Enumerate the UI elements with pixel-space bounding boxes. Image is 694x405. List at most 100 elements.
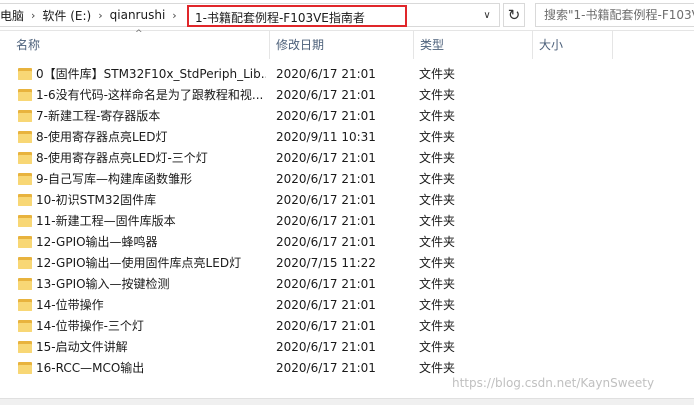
file-row[interactable]: 15-启动文件讲解 2020/6/17 21:01 文件夹 (0, 337, 694, 358)
folder-icon (18, 68, 32, 80)
breadcrumb[interactable]: 电脑 › 软件 (E:) › qianrushi › 1-书籍配套例程-F103… (0, 3, 500, 27)
folder-icon (18, 278, 32, 290)
column-name[interactable]: 名称 (16, 31, 40, 59)
file-date: 2020/6/17 21:01 (276, 151, 376, 165)
file-type: 文件夹 (419, 319, 456, 333)
file-row[interactable]: 14-位带操作 2020/6/17 21:01 文件夹 (0, 295, 694, 316)
sort-ascending-icon: ^ (135, 29, 143, 39)
file-type: 文件夹 (419, 256, 456, 270)
file-date: 2020/6/17 21:01 (276, 172, 376, 186)
folder-icon-front (18, 239, 32, 248)
folder-icon-front (18, 113, 32, 122)
file-name: 13-GPIO输入—按键检测 (36, 277, 170, 291)
crumb-current-folder[interactable]: 1-书籍配套例程-F103VE指南者 (187, 5, 407, 27)
file-type: 文件夹 (419, 151, 456, 165)
folder-icon (18, 173, 32, 185)
file-name: 1-6没有代码-这样命名是为了跟教程和视... (36, 88, 264, 102)
file-name: 16-RCC—MCO输出 (36, 361, 145, 375)
crumb-folder[interactable]: qianrushi (105, 8, 171, 22)
file-type: 文件夹 (419, 88, 456, 102)
column-size[interactable]: 大小 (539, 31, 563, 59)
folder-icon (18, 110, 32, 122)
file-date: 2020/6/17 21:01 (276, 67, 376, 81)
folder-icon-front (18, 92, 32, 101)
file-row[interactable]: 9-自己写库—构建库函数雏形 2020/6/17 21:01 文件夹 (0, 169, 694, 190)
file-date: 2020/9/11 10:31 (276, 130, 376, 144)
folder-icon-front (18, 218, 32, 227)
file-type: 文件夹 (419, 214, 456, 228)
file-name: 15-启动文件讲解 (36, 340, 128, 354)
folder-icon (18, 236, 32, 248)
address-bar: 电脑 › 软件 (E:) › qianrushi › 1-书籍配套例程-F103… (0, 0, 694, 31)
file-name: 8-使用寄存器点亮LED灯 (36, 130, 168, 144)
column-divider[interactable] (532, 31, 533, 59)
file-type: 文件夹 (419, 130, 456, 144)
file-date: 2020/6/17 21:01 (276, 340, 376, 354)
file-date: 2020/7/15 11:22 (276, 256, 376, 270)
file-name: 9-自己写库—构建库函数雏形 (36, 172, 192, 186)
crumb-computer[interactable]: 电脑 (0, 7, 29, 24)
file-date: 2020/6/17 21:01 (276, 277, 376, 291)
folder-icon-front (18, 71, 32, 80)
refresh-icon[interactable]: ↻ (503, 3, 525, 27)
file-row[interactable]: 0【固件库】STM32F10x_StdPeriph_Lib... 2020/6/1… (0, 64, 694, 85)
chevron-right-icon[interactable]: › (29, 9, 37, 22)
file-name: 14-位带操作-三个灯 (36, 319, 144, 333)
column-date[interactable]: 修改日期 (276, 31, 324, 59)
file-name: 8-使用寄存器点亮LED灯-三个灯 (36, 151, 208, 165)
folder-icon (18, 89, 32, 101)
file-row[interactable]: 8-使用寄存器点亮LED灯-三个灯 2020/6/17 21:01 文件夹 (0, 148, 694, 169)
file-type: 文件夹 (419, 67, 456, 81)
folder-icon-front (18, 260, 32, 269)
file-row[interactable]: 12-GPIO输出—蜂鸣器 2020/6/17 21:01 文件夹 (0, 232, 694, 253)
file-type: 文件夹 (419, 298, 456, 312)
chevron-down-icon[interactable]: ∨ (478, 6, 496, 24)
chevron-right-icon[interactable]: › (170, 9, 178, 22)
column-divider[interactable] (612, 31, 613, 59)
folder-icon-front (18, 281, 32, 290)
file-row[interactable]: 8-使用寄存器点亮LED灯 2020/9/11 10:31 文件夹 (0, 127, 694, 148)
file-row[interactable]: 11-新建工程—固件库版本 2020/6/17 21:01 文件夹 (0, 211, 694, 232)
file-row[interactable]: 7-新建工程-寄存器版本 2020/6/17 21:01 文件夹 (0, 106, 694, 127)
file-date: 2020/6/17 21:01 (276, 361, 376, 375)
file-date: 2020/6/17 21:01 (276, 235, 376, 249)
file-row[interactable]: 13-GPIO输入—按键检测 2020/6/17 21:01 文件夹 (0, 274, 694, 295)
file-date: 2020/6/17 21:01 (276, 193, 376, 207)
watermark-text: https://blog.csdn.net/KaynSweety (452, 376, 655, 390)
file-date: 2020/6/17 21:01 (276, 88, 376, 102)
file-type: 文件夹 (419, 109, 456, 123)
file-row[interactable]: 14-位带操作-三个灯 2020/6/17 21:01 文件夹 (0, 316, 694, 337)
chevron-right-icon[interactable]: › (96, 9, 104, 22)
folder-icon (18, 362, 32, 374)
folder-icon (18, 152, 32, 164)
column-divider[interactable] (269, 31, 270, 59)
file-name: 0【固件库】STM32F10x_StdPeriph_Lib... (36, 67, 266, 81)
file-list: 0【固件库】STM32F10x_StdPeriph_Lib... 2020/6/1… (0, 64, 694, 379)
file-type: 文件夹 (419, 172, 456, 186)
file-type: 文件夹 (419, 193, 456, 207)
column-type[interactable]: 类型 (420, 31, 444, 59)
folder-icon (18, 320, 32, 332)
crumb-drive[interactable]: 软件 (E:) (37, 7, 96, 24)
folder-icon-front (18, 323, 32, 332)
column-divider[interactable] (413, 31, 414, 59)
file-type: 文件夹 (419, 277, 456, 291)
file-row[interactable]: 1-6没有代码-这样命名是为了跟教程和视... 2020/6/17 21:01 文件… (0, 85, 694, 106)
folder-icon-front (18, 176, 32, 185)
folder-icon-front (18, 302, 32, 311)
folder-icon-front (18, 134, 32, 143)
folder-icon (18, 299, 32, 311)
folder-icon (18, 341, 32, 353)
file-row[interactable]: 12-GPIO输出—使用固件库点亮LED灯 2020/7/15 11:22 文件夹 (0, 253, 694, 274)
file-name: 10-初识STM32固件库 (36, 193, 157, 207)
file-date: 2020/6/17 21:01 (276, 319, 376, 333)
file-type: 文件夹 (419, 235, 456, 249)
file-row[interactable]: 10-初识STM32固件库 2020/6/17 21:01 文件夹 (0, 190, 694, 211)
folder-icon (18, 131, 32, 143)
file-date: 2020/6/17 21:01 (276, 109, 376, 123)
folder-icon-front (18, 344, 32, 353)
folder-icon-front (18, 365, 32, 374)
file-name: 12-GPIO输出—蜂鸣器 (36, 235, 158, 249)
search-input[interactable]: 搜索"1-书籍配套例程-F103VE... (535, 3, 694, 27)
folder-icon (18, 194, 32, 206)
